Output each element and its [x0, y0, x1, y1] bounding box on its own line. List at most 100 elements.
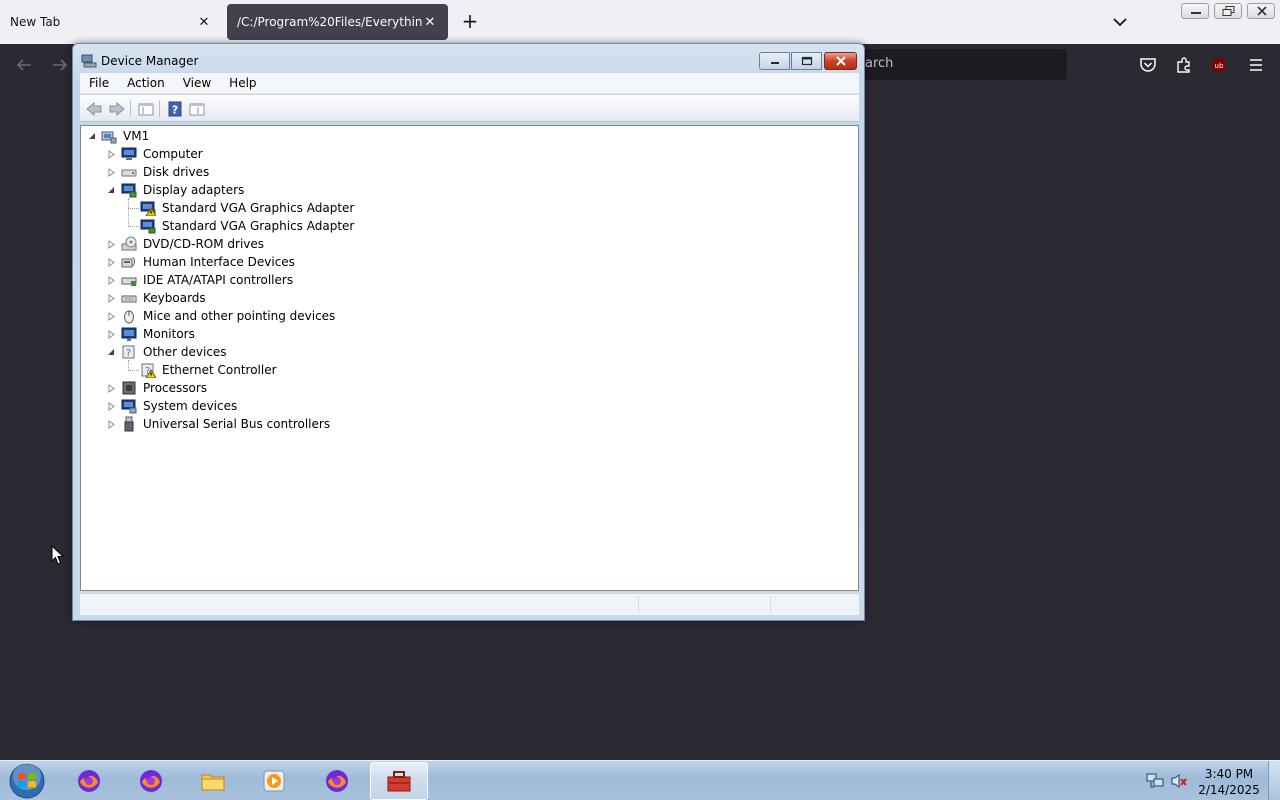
taskbar-app-button[interactable]	[370, 762, 428, 800]
collapsed-triangle-icon[interactable]	[107, 150, 116, 159]
tree-connector-line	[128, 208, 139, 209]
restore-window-button[interactable]	[1214, 3, 1242, 19]
file-explorer-icon	[201, 774, 225, 791]
collapsed-triangle-icon[interactable]	[107, 330, 116, 339]
tree-item-label: Keyboards	[143, 291, 206, 305]
expanded-triangle-icon[interactable]	[107, 348, 116, 357]
menu-view[interactable]: View	[174, 76, 220, 90]
tree-connector-line	[128, 360, 129, 370]
tree-item[interactable]: Mice and other pointing devices	[121, 307, 521, 325]
tree-item[interactable]: Human Interface Devices	[121, 253, 521, 271]
system-clock[interactable]: 3:40 PM 2/14/2025	[1196, 766, 1262, 798]
extensions-puzzle-icon[interactable]	[1173, 54, 1195, 76]
tree-item[interactable]: Monitors	[121, 325, 521, 343]
tree-item-label: Human Interface Devices	[143, 255, 295, 269]
system-device-icon	[121, 399, 137, 414]
tree-item[interactable]: ? Other devices	[121, 343, 521, 361]
tree-connector-line	[128, 198, 129, 226]
expanded-triangle-icon[interactable]	[107, 186, 116, 195]
tree-item[interactable]: Keyboards	[121, 289, 521, 307]
tree-item-label: Ethernet Controller	[162, 363, 277, 377]
collapsed-triangle-icon[interactable]	[107, 240, 116, 249]
tree-item[interactable]: Standard VGA Graphics Adapter	[140, 217, 540, 235]
minimize-window-button[interactable]	[1181, 3, 1209, 19]
taskbar-app-button[interactable]	[122, 762, 180, 800]
collapsed-triangle-icon[interactable]	[107, 258, 116, 267]
firefox-icon	[78, 770, 100, 792]
collapsed-triangle-icon[interactable]	[107, 420, 116, 429]
menu-help[interactable]: Help	[220, 76, 265, 90]
tree-item[interactable]: DVD/CD-ROM drives	[121, 235, 521, 253]
menu-file[interactable]: File	[80, 76, 118, 90]
close-window-button[interactable]	[1247, 3, 1275, 19]
maximize-button[interactable]	[791, 52, 822, 70]
back-arrow-icon[interactable]	[85, 100, 103, 118]
tree-item-label: Mice and other pointing devices	[143, 309, 336, 323]
forward-arrow-icon[interactable]	[108, 100, 126, 118]
forward-arrow-icon[interactable]	[49, 54, 71, 76]
tree-item-label: Other devices	[143, 345, 227, 359]
ublock-origin-icon[interactable]: ub	[1208, 54, 1230, 76]
tree-item[interactable]: VM1	[101, 127, 501, 145]
network-icon[interactable]	[1146, 773, 1164, 789]
window-titlebar[interactable]: Device Manager	[73, 44, 864, 74]
tree-item[interactable]: ? Ethernet Controller	[140, 361, 540, 379]
tree-item-label: System devices	[143, 399, 238, 413]
computer-icon	[121, 147, 137, 160]
volume-muted-icon[interactable]	[1170, 773, 1188, 789]
toolbar-separator	[159, 100, 160, 117]
tree-item[interactable]: Disk drives	[121, 163, 521, 181]
status-pane	[638, 597, 768, 613]
address-bar[interactable]: arch	[843, 49, 1067, 80]
tree-item[interactable]: Processors	[121, 379, 521, 397]
expanded-triangle-icon[interactable]	[88, 132, 97, 141]
display-adapter-warning-icon	[140, 201, 156, 216]
toolbar: ?	[80, 95, 859, 122]
toolbox-icon	[387, 771, 411, 792]
show-hide-console-tree-icon[interactable]	[137, 100, 155, 118]
tree-item[interactable]: IDE ATA/ATAPI controllers	[121, 271, 521, 289]
help-icon[interactable]: ?	[166, 100, 184, 118]
mouse-cursor-icon	[51, 545, 65, 565]
tree-item-label: Standard VGA Graphics Adapter	[162, 219, 355, 233]
properties-icon[interactable]	[188, 100, 206, 118]
start-button[interactable]	[7, 762, 47, 800]
taskbar-app-button[interactable]	[308, 762, 366, 800]
collapsed-triangle-icon[interactable]	[107, 402, 116, 411]
back-arrow-icon[interactable]	[13, 54, 35, 76]
menu-action[interactable]: Action	[118, 76, 174, 90]
tree-item-label: Computer	[143, 147, 203, 161]
collapsed-triangle-icon[interactable]	[107, 294, 116, 303]
tab-close-icon[interactable]: ✕	[196, 14, 212, 30]
taskbar-app-button[interactable]	[245, 762, 303, 800]
display-adapter-icon	[121, 183, 137, 198]
taskbar-app-button[interactable]	[60, 762, 118, 800]
device-manager-app-icon	[81, 54, 97, 68]
collapsed-triangle-icon[interactable]	[107, 384, 116, 393]
tab-new-tab[interactable]: New Tab ✕	[0, 4, 222, 40]
tab-close-icon[interactable]: ✕	[422, 14, 438, 30]
show-desktop-button[interactable]	[1268, 761, 1280, 800]
app-menu-hamburger-icon[interactable]	[1245, 54, 1267, 76]
minimize-button[interactable]	[759, 52, 790, 70]
collapsed-triangle-icon[interactable]	[107, 276, 116, 285]
tree-item[interactable]: Computer	[121, 145, 521, 163]
computer-root-icon	[101, 131, 117, 144]
disk-drive-icon	[121, 169, 137, 177]
taskbar-app-button[interactable]	[184, 762, 242, 800]
collapsed-triangle-icon[interactable]	[107, 168, 116, 177]
firefox-icon	[140, 770, 162, 792]
new-tab-button[interactable]: +	[459, 11, 481, 33]
tree-item[interactable]: System devices	[121, 397, 521, 415]
tab-everything-file[interactable]: /C:/Program%20Files/Everything/E ✕	[227, 4, 448, 40]
tree-item[interactable]: Display adapters	[121, 181, 521, 199]
device-tree[interactable]: VM1 Computer Disk drives Display adapters St…	[80, 125, 859, 591]
browser-tab-strip: New Tab ✕ /C:/Program%20Files/Everything…	[0, 0, 1280, 44]
tree-item[interactable]: Standard VGA Graphics Adapter	[140, 199, 540, 217]
pocket-icon[interactable]	[1137, 54, 1159, 76]
list-all-tabs-chevron-icon[interactable]	[1110, 12, 1130, 32]
tree-item[interactable]: Universal Serial Bus controllers	[121, 415, 521, 433]
close-button[interactable]	[824, 52, 857, 70]
collapsed-triangle-icon[interactable]	[107, 312, 116, 321]
monitor-icon	[121, 327, 137, 341]
